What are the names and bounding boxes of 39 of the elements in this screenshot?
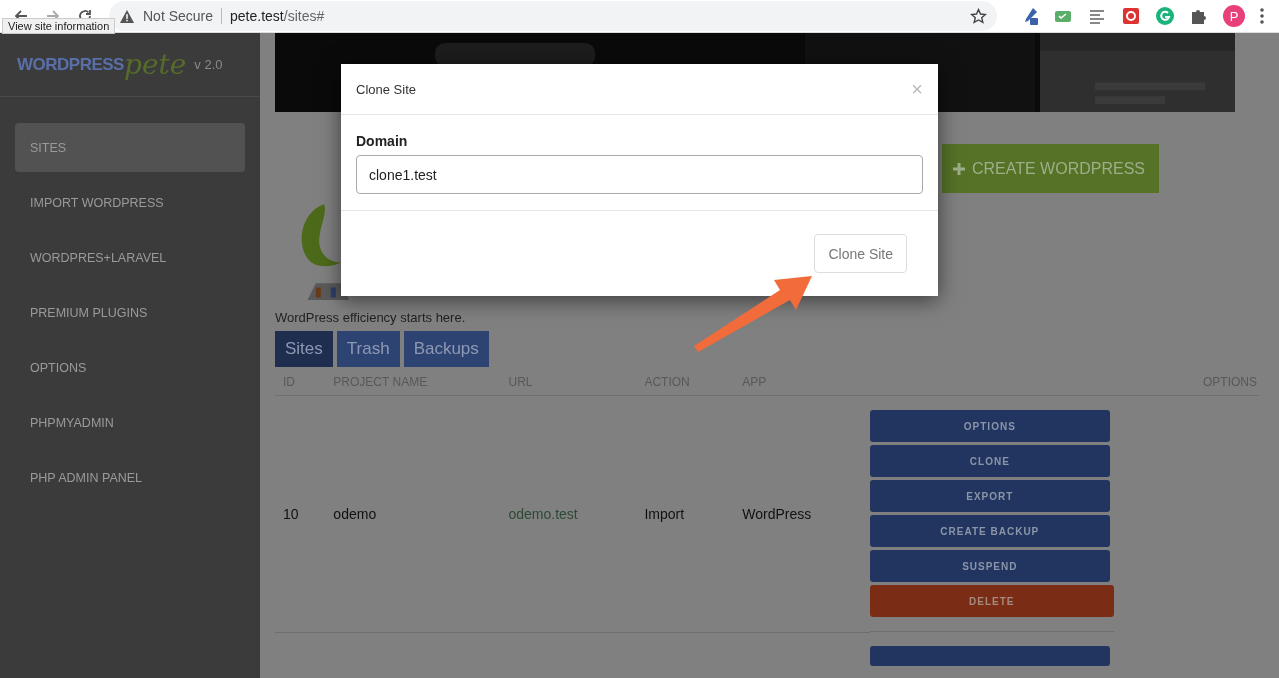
tooltip: View site information [2, 18, 116, 34]
option-button[interactable]: CLONE [869, 445, 1110, 477]
table-cell: WordPress [734, 395, 870, 632]
table-cell: odemo [325, 395, 501, 632]
option-button[interactable]: OPTIONS [869, 410, 1110, 442]
table-cell: 10 [275, 395, 326, 632]
site-link[interactable]: odemo.test [508, 505, 578, 522]
sidebar-item[interactable]: SITES [15, 123, 245, 172]
security-label: Not Secure [143, 8, 214, 24]
option-button[interactable]: DELETE [869, 585, 1114, 617]
option-button[interactable]: CREATE BACKUP [869, 515, 1110, 547]
tab[interactable]: Backups [403, 331, 489, 367]
warning-icon[interactable] [119, 8, 135, 24]
url-text: pete.test/sites# [230, 8, 326, 24]
menu-icon[interactable] [1259, 6, 1265, 26]
tagline: WordPress efficiency starts here. [275, 310, 467, 325]
sidebar-item[interactable]: PREMIUM PLUGINS [15, 288, 245, 337]
domain-field[interactable]: clone1.test [356, 155, 923, 194]
create-wordpress-button[interactable]: CREATE WORDPRESS [941, 144, 1159, 193]
sidebar-item[interactable]: WORDPRES+LARAVEL [15, 233, 245, 282]
profile-avatar[interactable]: P [1223, 5, 1245, 27]
logo-wordmark: WORDPRESS [17, 54, 124, 74]
logo-script: pete [123, 48, 187, 81]
version-label: v 2.0 [194, 57, 223, 72]
table-cell: Import [636, 395, 735, 632]
clone-site-button[interactable]: Clone Site [814, 234, 907, 273]
plus-icon [951, 161, 966, 176]
sidebar-item[interactable]: PHPMYADMIN [15, 398, 245, 447]
tab[interactable]: Sites [275, 331, 333, 367]
sidebar-item[interactable]: OPTIONS [15, 343, 245, 392]
tab[interactable]: Trash [336, 331, 400, 367]
option-button[interactable]: EXPORT [869, 480, 1110, 512]
sidebar-item[interactable]: IMPORT WORDPRESS [15, 178, 245, 227]
field-label: Domain [356, 133, 409, 149]
dialog-title: Clone Site [356, 81, 416, 97]
option-button[interactable]: SUSPEND [869, 550, 1110, 582]
address-bar[interactable]: Not Secure pete.test/sites# [109, 1, 997, 31]
sidebar-item[interactable]: PHP ADMIN PANEL [15, 453, 245, 502]
star-icon[interactable] [970, 7, 987, 25]
